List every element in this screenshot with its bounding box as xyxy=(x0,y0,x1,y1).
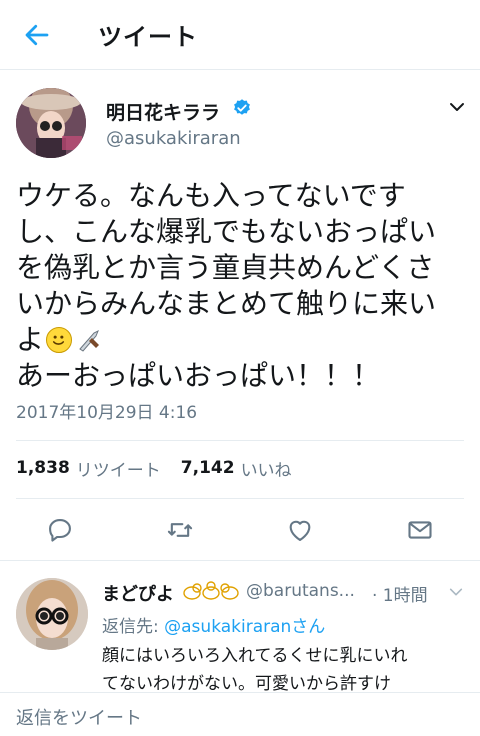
author-handle[interactable]: @asukakiraran xyxy=(106,128,241,149)
reply-body: 顔にはいろいろ入れてるくせに乳にいれ てないわけがない。可愛いから許すけ xyxy=(102,642,462,698)
tweet-body-line: あーおっぱいおっぱい！！！ xyxy=(16,359,381,392)
reply-compose-bar[interactable]: 返信をツイート xyxy=(0,692,480,736)
divider xyxy=(16,440,464,441)
tweet-body-fragment: よ xyxy=(16,323,45,356)
tweet-author-row: 明日花キララ @asukakiraran xyxy=(0,70,480,160)
author-avatar[interactable] xyxy=(16,88,86,158)
tweet-action-bar xyxy=(0,508,480,554)
reply-author-avatar[interactable] xyxy=(16,578,88,650)
divider xyxy=(0,560,480,561)
tweet-body-line-with-emoji: よ xyxy=(16,322,468,358)
tweet-timestamp[interactable]: 2017年10月29日 4:16 xyxy=(16,398,197,423)
reply-to-prefix: 返信先: xyxy=(102,617,165,637)
divider xyxy=(16,498,464,499)
reply-tweet[interactable]: まどぴよ @barutans... · 1時間 返信先: @asukakirar… xyxy=(0,562,480,702)
page-title: ツイート xyxy=(98,23,198,51)
reply-body-line: 顔にはいろいろ入れてるくせに乳にいれ xyxy=(102,646,408,666)
tweet-body-line: し、こんな爆乳でもないおっぱい xyxy=(16,215,437,248)
author-name[interactable]: 明日花キララ xyxy=(106,98,220,125)
tweet-body-line: を偽乳とか言う童貞共めんどくさ xyxy=(16,251,435,284)
reply-to-line: 返信先: @asukakiraranさん xyxy=(102,612,325,637)
tweet-body: ウケる。なんも入ってないです し、こんな爆乳でもないおっぱい を偽乳とか言う童貞… xyxy=(16,178,468,394)
top-bar: ツイート xyxy=(0,0,480,70)
verified-badge-icon xyxy=(234,99,250,115)
reply-icon[interactable] xyxy=(46,516,74,544)
like-count[interactable]: 7,142 xyxy=(181,458,235,478)
tweet-stats: 1,838 リツイート 7,142 いいね xyxy=(16,456,312,481)
reply-author-handle[interactable]: @barutans... xyxy=(246,581,355,601)
reply-author-name[interactable]: まどぴよ xyxy=(102,580,174,606)
chick-emoji-icon xyxy=(183,581,239,600)
arrow-left-icon[interactable] xyxy=(22,20,52,50)
tweet-body-line: ウケる。なんも入ってないです xyxy=(16,179,406,212)
smiling-face-icon xyxy=(46,327,73,353)
like-label[interactable]: いいね xyxy=(241,456,292,481)
reply-to-handle-link[interactable]: @asukakiraranさん xyxy=(164,617,325,637)
reply-time[interactable]: · 1時間 xyxy=(372,581,428,606)
retweet-label[interactable]: リツイート xyxy=(76,456,161,481)
retweet-icon[interactable] xyxy=(166,516,194,544)
chevron-down-icon[interactable] xyxy=(448,584,464,600)
like-icon[interactable] xyxy=(286,516,314,544)
reply-compose-placeholder[interactable]: 返信をツイート xyxy=(16,704,142,730)
knife-icon xyxy=(79,329,100,352)
tweet-body-line: いからみんなまとめて触りに来い xyxy=(16,287,437,320)
chevron-down-icon[interactable] xyxy=(448,98,466,116)
message-icon[interactable] xyxy=(406,516,434,544)
retweet-count[interactable]: 1,838 xyxy=(16,458,70,478)
